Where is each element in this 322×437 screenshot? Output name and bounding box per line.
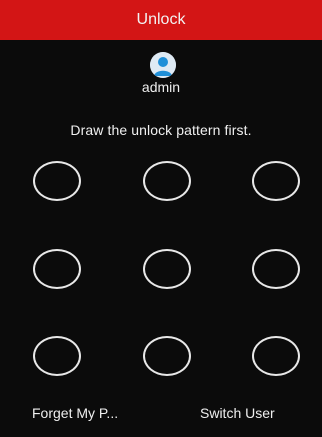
- switch-user-link[interactable]: Switch User: [200, 405, 275, 421]
- forgot-pattern-link[interactable]: Forget My P...: [32, 405, 118, 421]
- pattern-dot-3[interactable]: [252, 161, 300, 201]
- unlock-dialog: Unlock admin Draw the unlock pattern fir…: [0, 0, 322, 437]
- user-avatar-icon: [150, 52, 176, 78]
- pattern-dot-1[interactable]: [33, 161, 81, 201]
- pattern-dot-9[interactable]: [252, 336, 300, 376]
- pattern-instruction: Draw the unlock pattern first.: [70, 122, 252, 138]
- dialog-title: Unlock: [136, 11, 186, 28]
- pattern-dot-4[interactable]: [33, 249, 81, 289]
- pattern-dot-2[interactable]: [143, 161, 191, 201]
- pattern-dot-5[interactable]: [143, 249, 191, 289]
- pattern-dot-7[interactable]: [33, 336, 81, 376]
- pattern-dot-8[interactable]: [143, 336, 191, 376]
- username-label: admin: [141, 79, 181, 95]
- dialog-title-bar: Unlock: [0, 0, 322, 40]
- pattern-dot-6[interactable]: [252, 249, 300, 289]
